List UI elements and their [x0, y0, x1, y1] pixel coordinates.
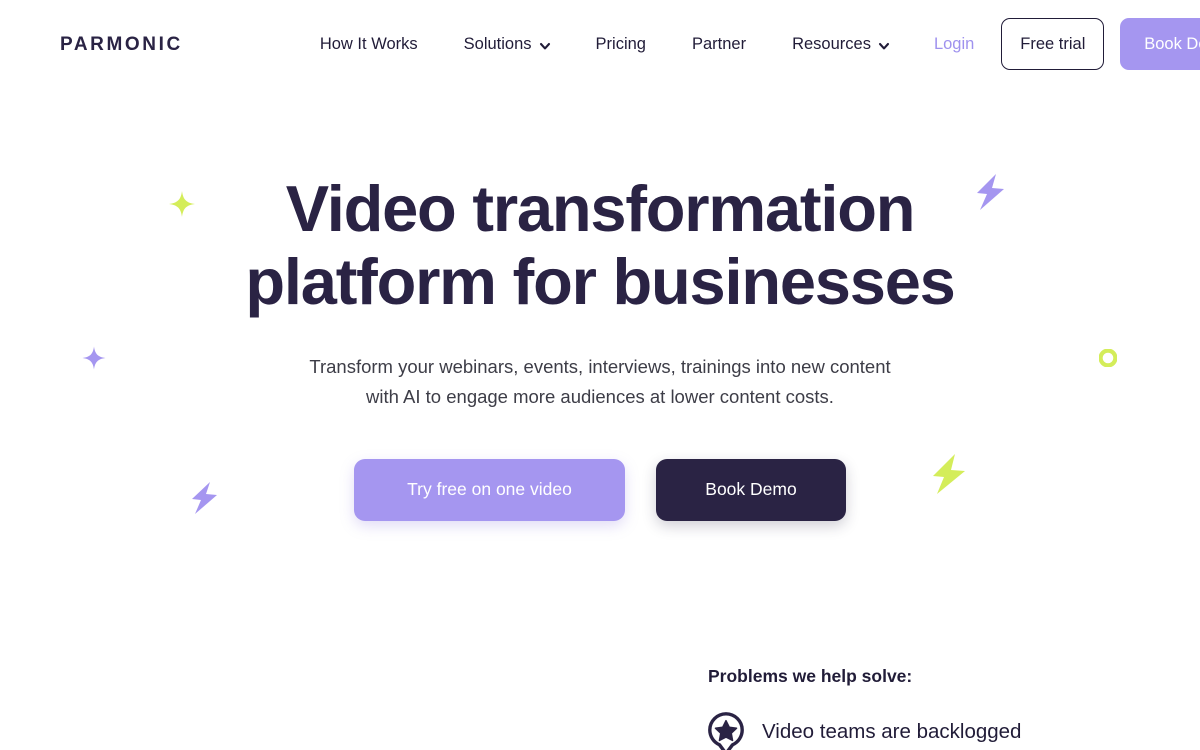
try-free-button[interactable]: Try free on one video [354, 458, 625, 521]
nav-item-solutions[interactable]: Solutions [441, 36, 573, 53]
problem-label: Video teams are backlogged [762, 719, 1022, 743]
nav-item-label: Solutions [463, 34, 532, 53]
problems-section: Problems we help solve: Video teams are … [708, 666, 1168, 750]
nav-item-label: Pricing [595, 34, 646, 53]
hero-subtitle-line-2: with AI to engage more audiences at lowe… [366, 385, 834, 407]
nav-item-label: Resources [792, 34, 871, 53]
chevron-down-icon [539, 40, 550, 51]
star-badge-icon [708, 712, 744, 750]
hero-subtitle-line-1: Transform your webinars, events, intervi… [309, 355, 891, 377]
main-navbar: PARMONIC How It Works Solutions Pricing … [0, 0, 1200, 88]
book-demo-nav-button[interactable]: Book Demo [1120, 18, 1200, 70]
hero-title-line-2: platform for businesses [245, 245, 955, 319]
problem-list-item: Video teams are backlogged [708, 712, 1168, 750]
nav-item-pricing[interactable]: Pricing [573, 36, 669, 53]
free-trial-button[interactable]: Free trial [1001, 18, 1105, 70]
nav-item-how-it-works[interactable]: How It Works [297, 36, 441, 53]
landing-page: PARMONIC How It Works Solutions Pricing … [0, 0, 1200, 750]
hero-subtitle: Transform your webinars, events, intervi… [0, 352, 1200, 412]
hero-section: Video transformation platform for busine… [0, 88, 1200, 521]
hero-cta-group: Try free on one video Book Demo [0, 458, 1200, 521]
problems-heading: Problems we help solve: [708, 666, 913, 686]
hero-title: Video transformation platform for busine… [0, 172, 1200, 319]
chevron-down-icon [878, 40, 890, 51]
nav-item-partner[interactable]: Partner [669, 36, 769, 53]
nav-item-resources[interactable]: Resources [769, 36, 912, 53]
nav-item-label: Partner [691, 34, 747, 53]
login-link[interactable]: Login [912, 36, 996, 53]
nav-actions: Login Free trial Book Demo [912, 18, 1200, 70]
nav-links: How It Works Solutions Pricing Partner R… [297, 36, 912, 53]
parmonic-logo[interactable]: PARMONIC [60, 35, 183, 54]
book-demo-button[interactable]: Book Demo [656, 458, 846, 521]
nav-item-label: How It Works [319, 34, 418, 53]
hero-title-line-1: Video transformation [285, 172, 916, 245]
